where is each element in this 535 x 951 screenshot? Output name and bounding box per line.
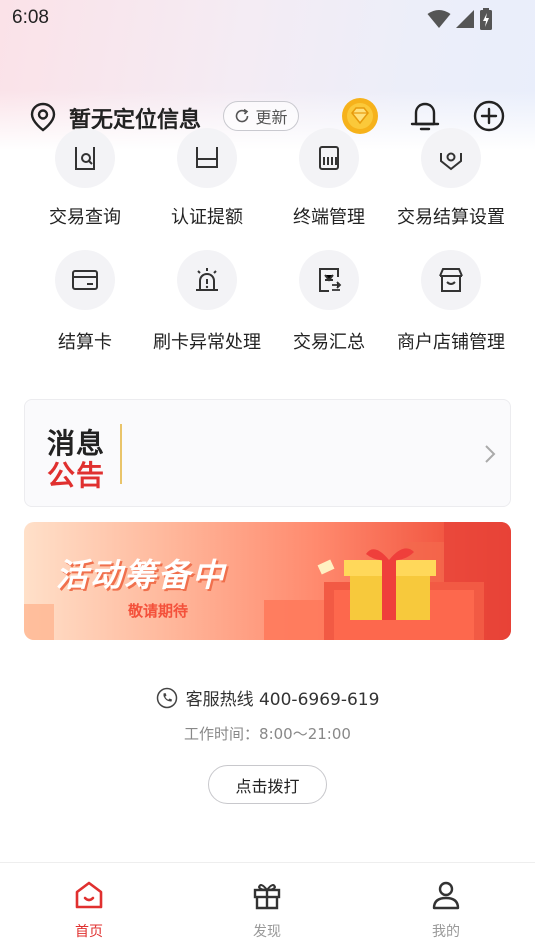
- bottom-navigation: 首页 发现 我的: [0, 862, 535, 951]
- battery-icon: [480, 8, 492, 30]
- grid-icon-circle: [55, 250, 115, 310]
- grid-label: 交易结算设置: [397, 207, 505, 228]
- banner-title: 活动筹备中: [56, 556, 227, 594]
- grid-icon-circle: [177, 128, 237, 188]
- nav-item-discover[interactable]: 发现: [178, 863, 356, 951]
- grid-label: 交易查询: [49, 207, 121, 228]
- settlement-card-icon: [72, 270, 98, 290]
- bell-icon[interactable]: [408, 98, 442, 134]
- alarm-icon: [196, 268, 218, 291]
- grid-item-settlement-settings[interactable]: 交易结算设置: [390, 128, 512, 230]
- grid-item-transaction-query[interactable]: 交易查询: [24, 128, 146, 230]
- chevron-right-icon: [485, 445, 496, 463]
- hotline-text: 客服热线 400-6969-619: [185, 690, 380, 710]
- transaction-summary-icon: [319, 268, 342, 292]
- notice-divider: [120, 424, 122, 484]
- terminal-management-icon: [319, 146, 339, 170]
- service-hotline: 客服热线 400-6969-619: [0, 685, 535, 710]
- notice-title-line2: 公告: [47, 459, 106, 492]
- promo-banner[interactable]: 活动筹备中 敬请期待: [24, 522, 511, 640]
- store-icon: [439, 268, 463, 292]
- status-time: 6:08: [12, 7, 49, 28]
- grid-item-certification[interactable]: 认证提额: [146, 128, 268, 230]
- grid-icon-circle: [299, 250, 359, 310]
- add-circle-icon[interactable]: [473, 100, 505, 132]
- settlement-settings-icon: [440, 152, 462, 171]
- nav-label: 我的: [432, 924, 460, 940]
- grid-item-terminal-management[interactable]: 终端管理: [268, 128, 390, 230]
- nav-item-profile[interactable]: 我的: [357, 863, 535, 951]
- grid-item-card-exception[interactable]: 刷卡异常处理: [146, 250, 268, 360]
- grid-item-transaction-summary[interactable]: 交易汇总: [268, 250, 390, 360]
- profile-icon: [432, 881, 460, 910]
- grid-label: 刷卡异常处理: [153, 332, 261, 353]
- status-bar: 6:08: [0, 0, 535, 38]
- grid-item-settlement-card[interactable]: 结算卡: [24, 250, 146, 360]
- grid-label: 商户店铺管理: [397, 332, 505, 353]
- grid-label: 认证提额: [171, 207, 243, 228]
- dial-button[interactable]: 点击拨打: [208, 765, 327, 804]
- gift-icon: [253, 884, 281, 910]
- grid-label: 终端管理: [293, 207, 365, 228]
- grid-label: 结算卡: [58, 332, 112, 353]
- notice-logo: 消息 公告: [47, 422, 127, 492]
- grid-icon-circle: [177, 250, 237, 310]
- nav-label: 首页: [75, 924, 103, 940]
- grid-icon-circle: [299, 128, 359, 188]
- signal-icon: [456, 10, 474, 28]
- grid-icon-circle: [55, 128, 115, 188]
- refresh-label: 更新: [255, 108, 288, 127]
- grid-item-store-management[interactable]: 商户店铺管理: [390, 250, 512, 360]
- home-icon: [75, 881, 103, 909]
- working-hours: 工作时间：8:00～21:00: [184, 725, 351, 743]
- refresh-location-button[interactable]: 更新: [223, 101, 299, 131]
- notice-card[interactable]: 消息 公告: [24, 399, 511, 507]
- wifi-icon: [427, 10, 451, 28]
- transaction-search-icon: [75, 147, 95, 170]
- banner-subtitle: 敬请期待: [128, 602, 189, 620]
- refresh-icon: [236, 108, 249, 123]
- grid-icon-circle: [421, 250, 481, 310]
- nav-item-home[interactable]: 首页: [0, 863, 178, 951]
- phone-icon: [156, 687, 177, 708]
- certification-limit-icon: [196, 147, 218, 168]
- grid-label: 交易汇总: [293, 332, 365, 353]
- status-icons: [427, 8, 493, 30]
- location-pin-icon[interactable]: [30, 102, 56, 132]
- grid-icon-circle: [421, 128, 481, 188]
- nav-label: 发现: [253, 924, 281, 940]
